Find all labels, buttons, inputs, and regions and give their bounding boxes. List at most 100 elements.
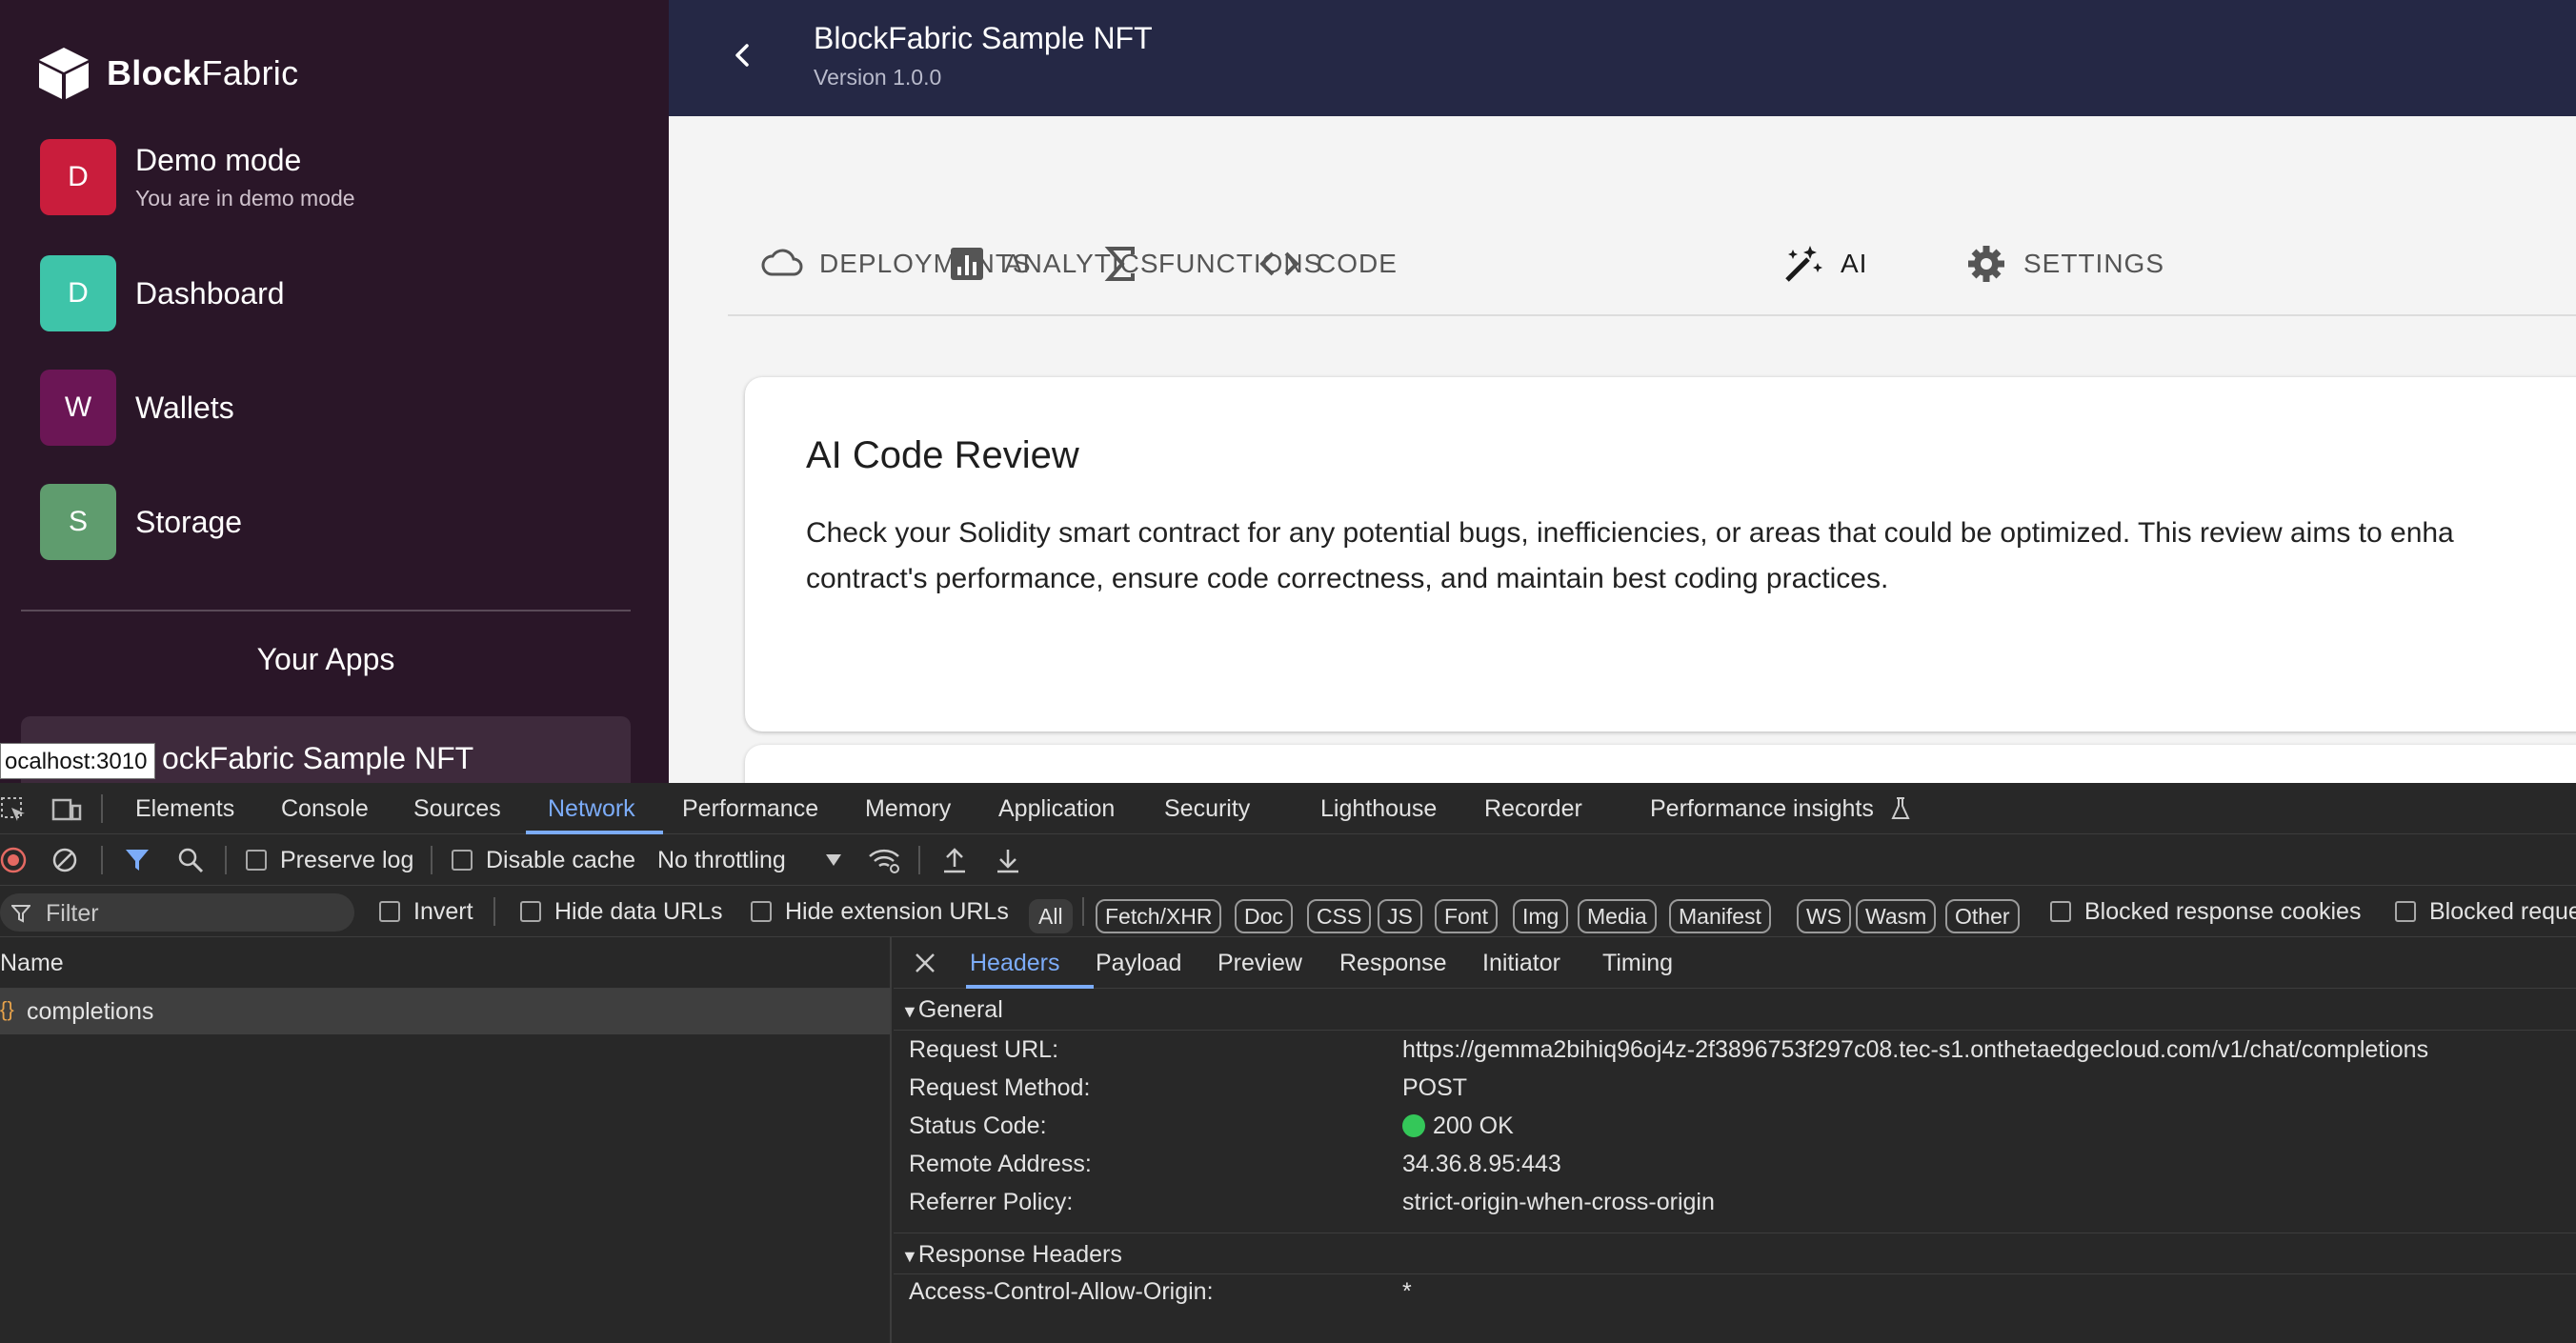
triangle-down-icon: ▼ xyxy=(901,1002,918,1021)
chevron-down-icon xyxy=(826,854,841,866)
tab-label: AI xyxy=(1841,249,1868,278)
sidebar-item-demo-mode[interactable]: D Demo mode You are in demo mode xyxy=(40,139,355,215)
logo[interactable]: BlockFabric xyxy=(34,44,298,103)
blocked-cookies-label: Blocked response cookies xyxy=(2084,898,2362,925)
record-stop-icon[interactable] xyxy=(0,847,27,873)
type-filter-css[interactable]: CSS xyxy=(1307,899,1372,933)
type-filter-img[interactable]: Img xyxy=(1513,899,1569,933)
header-key: Referrer Policy: xyxy=(909,1189,1074,1215)
header-row: Status Code: 200 OK xyxy=(909,1112,2566,1151)
invert-label: Invert xyxy=(413,898,473,925)
filter-input[interactable]: Filter xyxy=(0,893,354,932)
card-description: Check your Solidity smart contract for a… xyxy=(806,511,2576,602)
url-tooltip: ocalhost:3010 xyxy=(0,743,156,779)
gear-icon xyxy=(1968,246,2004,282)
invert-checkbox[interactable] xyxy=(379,901,400,922)
main-content: DEPLOYMENTS ANALYTICS FUNCTIONS CODE AI … xyxy=(669,116,2576,783)
type-filter-ws[interactable]: WS xyxy=(1797,899,1852,933)
cube-logo-icon xyxy=(39,48,89,99)
tab-response[interactable]: Response xyxy=(1339,950,1447,977)
devtools-tab-network[interactable]: Network xyxy=(548,795,635,823)
disable-cache-label: Disable cache xyxy=(486,847,636,873)
header-value: 200 OK xyxy=(1402,1112,1514,1140)
sidebar-item-dashboard[interactable]: D Dashboard xyxy=(40,255,285,331)
header-value: 34.36.8.95:443 xyxy=(1402,1151,1561,1177)
tab-label: CODE xyxy=(1317,249,1398,278)
tab-code[interactable]: CODE xyxy=(1258,211,1398,316)
sidebar-item-label: Storage xyxy=(135,504,243,539)
device-toolbar-icon[interactable] xyxy=(51,796,82,823)
chevron-left-icon[interactable] xyxy=(724,36,762,74)
tab-payload[interactable]: Payload xyxy=(1096,950,1181,977)
app-card-label: ockFabric Sample NFT xyxy=(162,741,474,775)
blocked-requests-checkbox[interactable] xyxy=(2395,901,2416,922)
throttling-select[interactable]: No throttling xyxy=(657,847,786,874)
tab-label: SETTINGS xyxy=(2023,249,2165,278)
preserve-log-label: Preserve log xyxy=(280,847,414,873)
brand-name: BlockFabric xyxy=(107,53,299,92)
type-filter-all[interactable]: All xyxy=(1029,899,1073,933)
devtools-tab-sources[interactable]: Sources xyxy=(413,795,501,823)
header-key: Remote Address: xyxy=(909,1151,1092,1177)
flask-icon xyxy=(1891,797,1910,819)
sidebar-item-storage[interactable]: S Storage xyxy=(40,484,242,560)
close-icon[interactable] xyxy=(915,952,936,973)
tab-preview[interactable]: Preview xyxy=(1218,950,1302,977)
devtools-tab-performance[interactable]: Performance xyxy=(682,795,818,823)
preserve-log-checkbox[interactable] xyxy=(246,850,267,871)
magic-wand-icon xyxy=(1785,246,1822,282)
version-label: Version 1.0.0 xyxy=(814,65,942,90)
header-row: Referrer Policy: strict-origin-when-cros… xyxy=(909,1189,2566,1227)
search-icon[interactable] xyxy=(177,847,204,873)
devtools-tab-security[interactable]: Security xyxy=(1164,795,1250,823)
clear-icon[interactable] xyxy=(51,847,78,873)
type-filter-media[interactable]: Media xyxy=(1578,899,1657,933)
tab-headers[interactable]: Headers xyxy=(970,950,1060,977)
devtools-tab-memory[interactable]: Memory xyxy=(865,795,951,823)
tab-settings[interactable]: SETTINGS xyxy=(1964,211,2164,316)
analytics-icon xyxy=(951,248,983,280)
devtools-tab-elements[interactable]: Elements xyxy=(135,795,234,823)
type-filter-js[interactable]: JS xyxy=(1378,899,1422,933)
devtools-tab-console[interactable]: Console xyxy=(281,795,369,823)
header-key: Request URL: xyxy=(909,1036,1059,1063)
filter-funnel-icon[interactable] xyxy=(124,847,151,873)
sidebar-item-wallets[interactable]: W Wallets xyxy=(40,370,234,446)
avatar: D xyxy=(40,255,116,331)
tab-ai[interactable]: AI xyxy=(1781,211,1867,316)
sidebar-item-sublabel: You are in demo mode xyxy=(135,186,355,210)
type-filter-wasm[interactable]: Wasm xyxy=(1856,899,1937,933)
table-row[interactable]: {} completions xyxy=(0,989,890,1034)
divider xyxy=(21,610,631,611)
devtools-tab-lighthouse[interactable]: Lighthouse xyxy=(1320,795,1437,823)
type-filter-manifest[interactable]: Manifest xyxy=(1669,899,1771,933)
fetch-icon: {} xyxy=(0,997,14,1021)
name-column-header[interactable]: Name xyxy=(0,950,64,977)
hide-data-urls-checkbox[interactable] xyxy=(520,901,541,922)
type-filter-fetch-xhr[interactable]: Fetch/XHR xyxy=(1096,899,1222,933)
devtools-tab-recorder[interactable]: Recorder xyxy=(1484,795,1582,823)
header-value: * xyxy=(1402,1278,1412,1305)
general-section-header[interactable]: ▼General xyxy=(894,989,2576,1031)
response-headers-section-header[interactable]: ▼Response Headers xyxy=(894,1233,2576,1274)
separator xyxy=(431,846,433,874)
blocked-cookies-checkbox[interactable] xyxy=(2050,901,2071,922)
tab-timing[interactable]: Timing xyxy=(1602,950,1673,977)
hide-data-urls-label: Hide data URLs xyxy=(554,898,723,925)
devtools-tab-application[interactable]: Application xyxy=(998,795,1115,823)
type-filter-doc[interactable]: Doc xyxy=(1235,899,1293,933)
download-icon[interactable] xyxy=(995,846,1021,874)
inspect-element-icon[interactable] xyxy=(0,796,27,823)
card-description-line: contract's performance, ensure code corr… xyxy=(806,563,1889,594)
upload-icon[interactable] xyxy=(941,846,968,874)
disable-cache-checkbox[interactable] xyxy=(452,850,473,871)
header-key: Access-Control-Allow-Origin: xyxy=(909,1278,1214,1305)
tab-initiator[interactable]: Initiator xyxy=(1482,950,1560,977)
header-key: Request Method: xyxy=(909,1074,1091,1101)
devtools-tab-performance-insights[interactable]: Performance insights xyxy=(1650,795,1874,823)
type-filter-other[interactable]: Other xyxy=(1945,899,2020,933)
hide-extension-urls-label: Hide extension URLs xyxy=(785,898,1009,925)
type-filter-font[interactable]: Font xyxy=(1435,899,1499,933)
hide-extension-urls-checkbox[interactable] xyxy=(751,901,772,922)
network-conditions-icon[interactable] xyxy=(867,846,901,874)
